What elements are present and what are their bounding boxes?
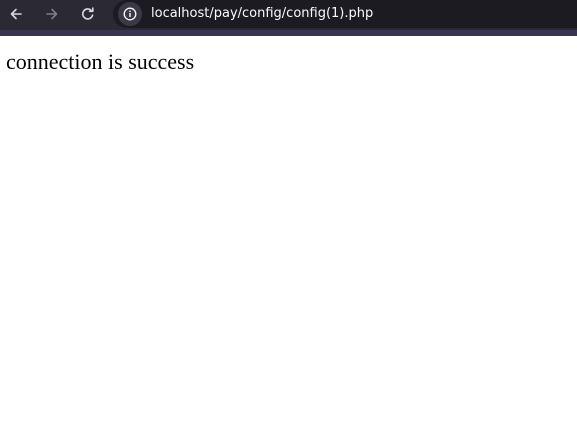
connection-message: connection is success: [6, 49, 195, 74]
info-circle-icon: [123, 7, 137, 21]
url-text[interactable]: localhost/pay/config/config(1).php: [151, 5, 373, 22]
forward-button[interactable]: [38, 1, 66, 27]
reload-button[interactable]: [74, 1, 102, 27]
back-button[interactable]: [2, 1, 30, 27]
arrow-right-icon: [46, 8, 58, 20]
address-bar[interactable]: localhost/pay/config/config(1).php: [113, 0, 577, 28]
site-info-button[interactable]: [118, 2, 142, 26]
browser-toolbar: localhost/pay/config/config(1).php: [0, 0, 577, 30]
arrow-left-icon: [10, 8, 22, 20]
reload-icon: [81, 7, 94, 20]
page-content: connection is success: [0, 36, 577, 447]
